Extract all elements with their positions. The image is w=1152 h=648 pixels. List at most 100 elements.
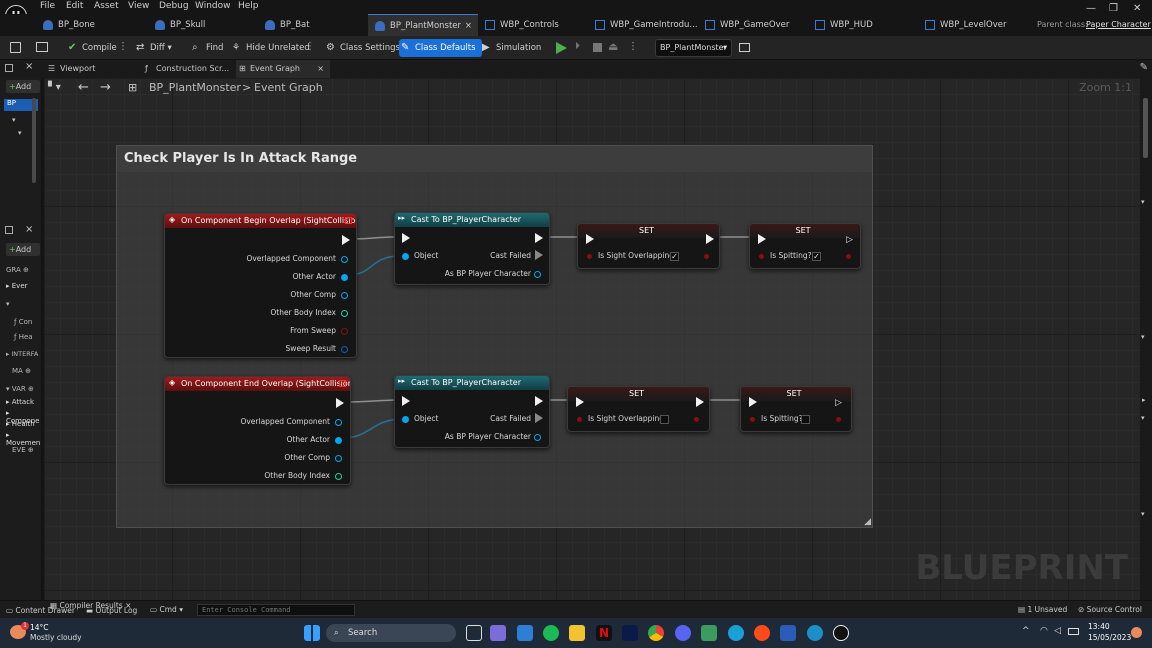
browse-icon[interactable] <box>36 42 48 52</box>
macros-section[interactable]: MA ⊕ <box>12 367 31 375</box>
step-icon[interactable]: ⏵ <box>575 41 580 52</box>
class-defaults-button[interactable]: ✎ Class Defaults <box>399 39 482 57</box>
data-pin[interactable] <box>402 253 409 260</box>
data-pin[interactable] <box>335 455 342 462</box>
add-member-button[interactable]: +Add <box>6 243 40 256</box>
file-explorer-icon[interactable] <box>569 625 585 641</box>
chrome-icon[interactable] <box>648 625 664 641</box>
tab-wbp-gameover[interactable]: WBP_GameOver <box>698 14 795 36</box>
menu-help[interactable]: Help <box>238 1 259 11</box>
data-pin[interactable] <box>335 419 342 426</box>
variable-category[interactable]: ▸ Health <box>6 420 35 428</box>
scroll-down-icon[interactable]: ▾ <box>1141 198 1145 206</box>
data-pin[interactable] <box>341 328 348 335</box>
scroll-down-icon[interactable]: ▾ <box>1141 414 1145 422</box>
add-circle-icon[interactable]: ⊕ <box>25 367 31 375</box>
data-pin[interactable] <box>341 256 348 263</box>
taskbar-search[interactable]: ⌕ Search <box>326 624 456 642</box>
windows-start-icon[interactable] <box>304 625 320 641</box>
edge-browser-icon[interactable] <box>728 625 744 641</box>
exec-out-pin[interactable] <box>706 234 714 244</box>
class-settings-button[interactable]: ⚙ Class Settings <box>324 39 400 57</box>
event-node-begin-overlap[interactable]: ◈ On Component Begin Overlap (SightCollis… <box>164 213 357 358</box>
data-pin[interactable] <box>341 346 348 353</box>
compile-options-icon[interactable]: ⋮ <box>118 41 128 52</box>
data-pin[interactable] <box>534 434 541 441</box>
variable-category[interactable]: ▸ Attack <box>6 398 34 406</box>
console-command-input[interactable] <box>197 604 355 616</box>
set-node[interactable]: SET ▷ Is Spitting? ✓ <box>749 223 861 269</box>
forward-arrow-icon[interactable]: → <box>100 80 111 95</box>
exec-out-pin[interactable] <box>342 235 350 245</box>
tab-bp-bat[interactable]: BP_Bat <box>258 14 316 36</box>
event-node-end-overlap[interactable]: ◈ On Component End Overlap (SightCollisio… <box>164 376 351 485</box>
add-circle-icon[interactable]: ⊕ <box>28 385 34 393</box>
spotify-icon[interactable] <box>543 625 559 641</box>
data-pin[interactable] <box>341 274 348 281</box>
menu-debug[interactable]: Debug <box>159 1 189 11</box>
debug-filter-icon[interactable] <box>739 43 750 52</box>
resize-handle-icon[interactable]: ◢ <box>864 517 871 527</box>
checkbox-checked[interactable]: ✓ <box>670 252 679 261</box>
graphs-section[interactable]: GRA ⊕ <box>6 266 29 274</box>
tab-bp-bone[interactable]: BP_Bone <box>36 14 101 36</box>
cast-node[interactable]: ▸▸ Cast To BP_PlayerCharacter Object Cast… <box>394 212 550 285</box>
save-icon[interactable] <box>10 42 21 53</box>
photos-icon[interactable] <box>701 625 717 641</box>
panel-scrollbar[interactable] <box>32 98 36 183</box>
data-pin[interactable] <box>577 417 582 422</box>
event-graph-canvas[interactable]: ▘▾ ← → ⊞ BP_PlantMonster > Event Graph Z… <box>44 78 1140 600</box>
minimize-icon[interactable]: — <box>1086 3 1096 14</box>
simulation-button[interactable]: ▶ Simulation <box>480 39 541 57</box>
checkbox-unchecked[interactable] <box>801 415 810 424</box>
comment-title[interactable]: Check Player Is In Attack Range <box>117 146 872 172</box>
data-pin[interactable] <box>694 417 699 422</box>
cmd-select[interactable]: ▭ Cmd ▾ <box>150 605 183 614</box>
clock-time[interactable]: 13:40 <box>1088 622 1110 631</box>
variables-section[interactable]: ▾ VAR ⊕ <box>6 385 34 393</box>
health-function-item[interactable]: ƒ Hea <box>14 333 33 341</box>
scrollbar-thumb[interactable] <box>1143 98 1148 158</box>
task-view-icon[interactable] <box>466 625 482 641</box>
exec-out-pin[interactable] <box>535 233 543 243</box>
expand-right-icon[interactable]: ▸ <box>1142 396 1146 404</box>
tab-wbp-levelover[interactable]: WBP_LevelOver <box>918 14 1013 36</box>
wifi-icon[interactable]: ◠ <box>1040 626 1048 636</box>
scroll-down-icon[interactable]: ▾ <box>1141 510 1145 518</box>
data-pin[interactable] <box>704 254 709 259</box>
disney-plus-icon[interactable] <box>622 625 638 641</box>
menu-view[interactable]: View <box>128 1 149 11</box>
bookmark-icon[interactable]: ▘▾ <box>48 82 61 93</box>
maximize-icon[interactable]: ❐ <box>1109 3 1118 14</box>
menu-edit[interactable]: Edit <box>66 1 83 11</box>
netflix-icon[interactable]: N <box>596 625 612 641</box>
set-node[interactable]: SET Is Sight Overlapping? <box>567 386 710 432</box>
source-control-button[interactable]: ⊘ Source Control <box>1078 605 1142 614</box>
data-pin[interactable] <box>750 417 755 422</box>
interfaces-section[interactable]: ▸ INTERFA <box>6 350 38 358</box>
checkbox-unchecked[interactable] <box>660 415 669 424</box>
data-pin[interactable] <box>341 310 348 317</box>
add-component-button[interactable]: +Add <box>6 80 40 93</box>
functions-section[interactable]: ▾ <box>6 300 10 308</box>
add-circle-icon[interactable]: ⊕ <box>28 446 34 454</box>
unreal-engine-icon[interactable] <box>833 625 849 641</box>
back-arrow-icon[interactable]: ← <box>78 80 89 95</box>
data-pin[interactable] <box>836 417 841 422</box>
tree-expander-icon[interactable]: ▾ <box>12 116 16 124</box>
word-icon[interactable] <box>780 625 796 641</box>
discord-icon[interactable] <box>675 625 691 641</box>
data-pin[interactable] <box>846 254 851 259</box>
diff-button[interactable]: ⇄ Diff ▾ <box>134 39 172 57</box>
menu-file[interactable]: File <box>40 1 55 11</box>
tray-chevron-icon[interactable]: ^ <box>1022 626 1030 636</box>
edge-icon[interactable] <box>807 625 823 641</box>
volume-icon[interactable]: ◁ <box>1054 626 1061 636</box>
data-pin[interactable] <box>335 437 342 444</box>
more-options-icon[interactable]: ⋮ <box>305 41 315 52</box>
add-circle-icon[interactable]: ⊕ <box>23 266 29 274</box>
tab-bp-skull[interactable]: BP_Skull <box>148 14 211 36</box>
battery-icon[interactable] <box>1068 628 1079 635</box>
output-log-button[interactable]: ▬ Output Log <box>86 606 137 615</box>
delegate-pin-icon[interactable] <box>339 380 346 387</box>
